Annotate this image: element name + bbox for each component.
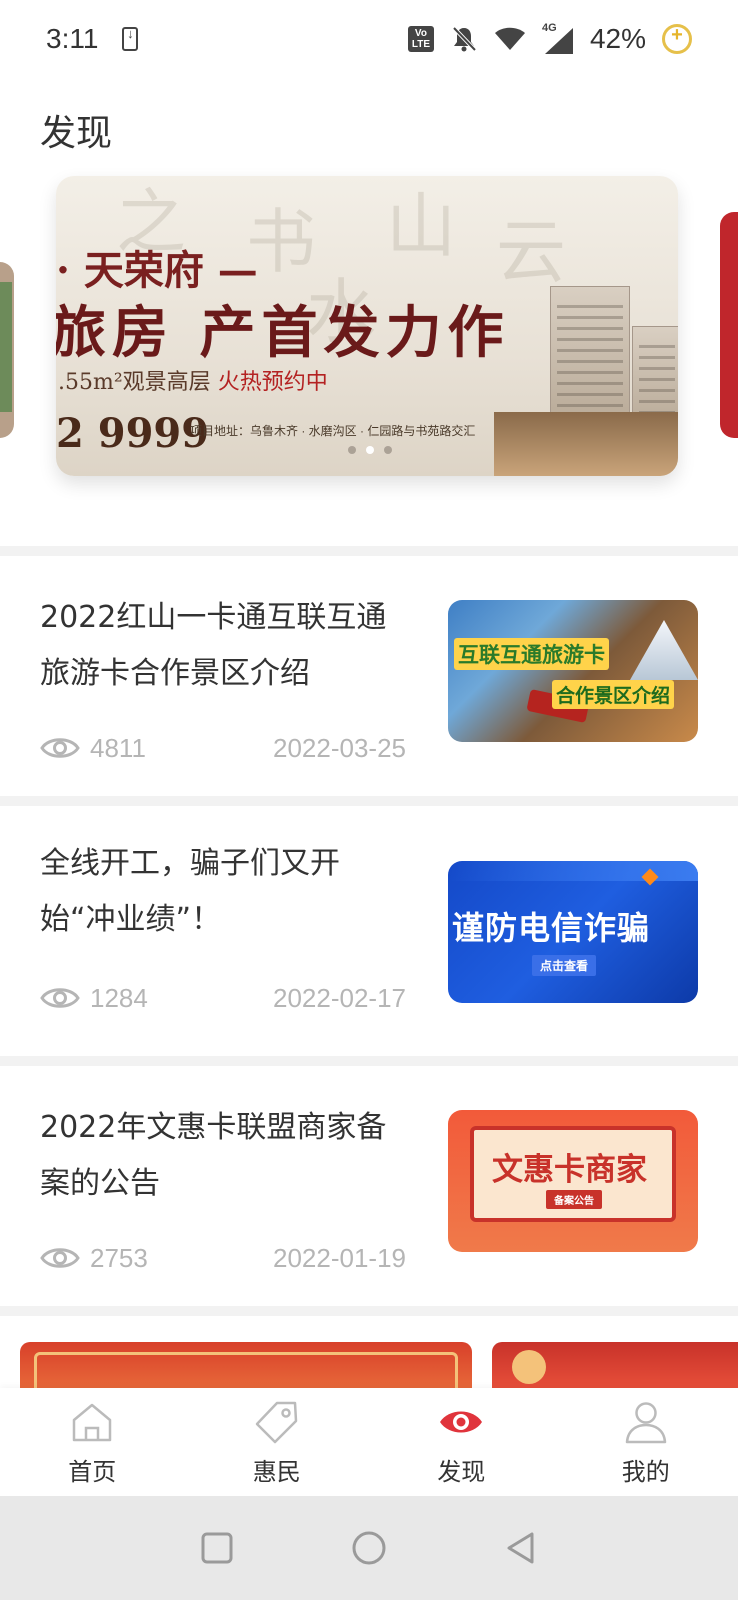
view-count: 2753 xyxy=(90,1242,148,1273)
back-button[interactable] xyxy=(501,1528,541,1568)
section-divider xyxy=(0,546,738,556)
tab-label: 我的 xyxy=(621,1458,670,1486)
promo-card[interactable] xyxy=(20,1342,472,1390)
tab-mine[interactable]: 我的 xyxy=(554,1388,738,1496)
article-title: 2022红山一卡通互联互通旅游卡合作景区介绍 xyxy=(40,600,387,691)
article-date: 2022-02-17 xyxy=(273,982,406,1013)
thumb-badge: 备案公告 xyxy=(546,1190,602,1209)
article-thumbnail: 文惠卡商家 备案公告 xyxy=(448,1110,698,1252)
tab-label: 首页 xyxy=(68,1458,117,1486)
flower-decor xyxy=(512,1350,546,1384)
recents-button[interactable] xyxy=(197,1528,237,1568)
battery-saver-icon xyxy=(662,24,692,54)
bottom-tab-bar: 首页 惠民 发现 我的 xyxy=(0,1388,738,1496)
carousel-dots xyxy=(348,446,392,454)
article-title: 全线开工，骗子们又开始“冲业绩”！ xyxy=(40,846,340,937)
view-count: 4811 xyxy=(90,732,146,763)
view-count: 1284 xyxy=(90,982,148,1013)
banner-prev-card[interactable] xyxy=(0,262,14,438)
promo-frame xyxy=(34,1352,458,1390)
system-nav-bar xyxy=(0,1496,738,1600)
article-title: 2022年文惠卡联盟商家备案的公告 xyxy=(40,1110,387,1201)
back-triangle-icon xyxy=(507,1532,534,1564)
decor-stripe xyxy=(448,861,698,881)
article-meta: 1284 2022-02-17 xyxy=(40,980,406,1016)
eye-icon xyxy=(40,738,80,758)
section-divider xyxy=(0,1056,738,1066)
home-icon xyxy=(73,1403,112,1442)
tag-icon xyxy=(255,1401,297,1444)
tab-label: 发现 xyxy=(437,1458,486,1486)
banner-price: 2 9999 xyxy=(56,410,210,457)
eye-icon xyxy=(40,1248,80,1268)
page-title: 发现 xyxy=(40,113,113,154)
thumb-text: 合作景区介绍 xyxy=(552,680,675,709)
home-circle-icon xyxy=(352,1531,386,1565)
promo-card[interactable] xyxy=(492,1342,738,1390)
status-time: 3:11 xyxy=(46,23,99,54)
villa-image xyxy=(494,412,678,476)
banner-headline: 旅房 产首发力作 xyxy=(56,300,510,366)
thumb-text: 互联互通旅游卡 xyxy=(454,638,609,670)
mountain-image xyxy=(630,620,698,680)
section-divider xyxy=(0,1306,738,1316)
bell-off-icon xyxy=(452,26,477,52)
section-divider xyxy=(0,796,738,806)
download-icon xyxy=(122,26,139,51)
home-nav-button[interactable] xyxy=(349,1528,389,1568)
article-thumbnail: 谨防电信诈骗 点击查看 xyxy=(448,861,698,1003)
article-item[interactable]: 全线开工，骗子们又开始“冲业绩”！ 1284 2022-02-17 谨防电信诈骗… xyxy=(0,806,738,1046)
banner-hot: 火热预约中 xyxy=(217,370,328,395)
article-meta: 2753 2022-01-19 xyxy=(40,1240,406,1276)
article-date: 2022-03-25 xyxy=(273,732,406,763)
wifi-icon xyxy=(494,27,525,50)
article-item[interactable]: 2022红山一卡通互联互通旅游卡合作景区介绍 4811 2022-03-25 互… xyxy=(0,556,738,796)
banner-next-card[interactable] xyxy=(720,212,738,438)
banner-area: .55m² xyxy=(58,370,123,395)
tab-benefits[interactable]: 惠民 xyxy=(185,1388,370,1496)
banner-subtitle: .55m²观景高层 火热预约中 xyxy=(58,364,328,396)
person-icon xyxy=(625,1402,666,1444)
thumb-text: 文惠卡商家 xyxy=(492,1152,647,1188)
article-meta: 4811 2022-03-25 xyxy=(40,730,406,766)
thumb-text: 谨防电信诈骗 xyxy=(452,909,651,947)
status-bar: 3:11 Vo LTE 4G 42% xyxy=(0,0,738,78)
carousel-dot[interactable] xyxy=(366,446,374,454)
article-date: 2022-01-19 xyxy=(273,1242,406,1273)
tab-discover[interactable]: 发现 xyxy=(369,1388,554,1496)
eye-icon xyxy=(40,988,80,1008)
status-indicators: Vo LTE 4G 42% xyxy=(407,22,692,55)
cell-signal: 4G xyxy=(542,22,574,54)
banner-sub-text: 观景高层 xyxy=(122,370,211,395)
carousel-dot[interactable] xyxy=(348,446,356,454)
carousel-dot[interactable] xyxy=(384,446,392,454)
banner-carousel[interactable]: 之 书 山 云 水 · 天荣府 — 旅房 产首发力作 .55m²观景高层 火热预… xyxy=(56,176,678,476)
banner-address: 项目地址：乌鲁木齐 · 水磨沟区 · 仁园路与书苑路交汇 xyxy=(190,424,476,438)
cell-signal-icon xyxy=(544,28,573,54)
thumb-button: 点击查看 xyxy=(532,955,597,976)
article-item[interactable]: 2022年文惠卡联盟商家备案的公告 2753 2022-01-19 文惠卡商家 … xyxy=(0,1066,738,1306)
recents-icon xyxy=(201,1532,233,1564)
eye-icon xyxy=(440,1411,483,1433)
volte-icon: Vo LTE xyxy=(407,26,434,52)
tab-home[interactable]: 首页 xyxy=(0,1388,185,1496)
tab-label: 惠民 xyxy=(252,1458,301,1486)
article-thumbnail: 互联互通旅游卡 合作景区介绍 xyxy=(448,600,698,742)
battery-percent: 42% xyxy=(589,23,646,54)
